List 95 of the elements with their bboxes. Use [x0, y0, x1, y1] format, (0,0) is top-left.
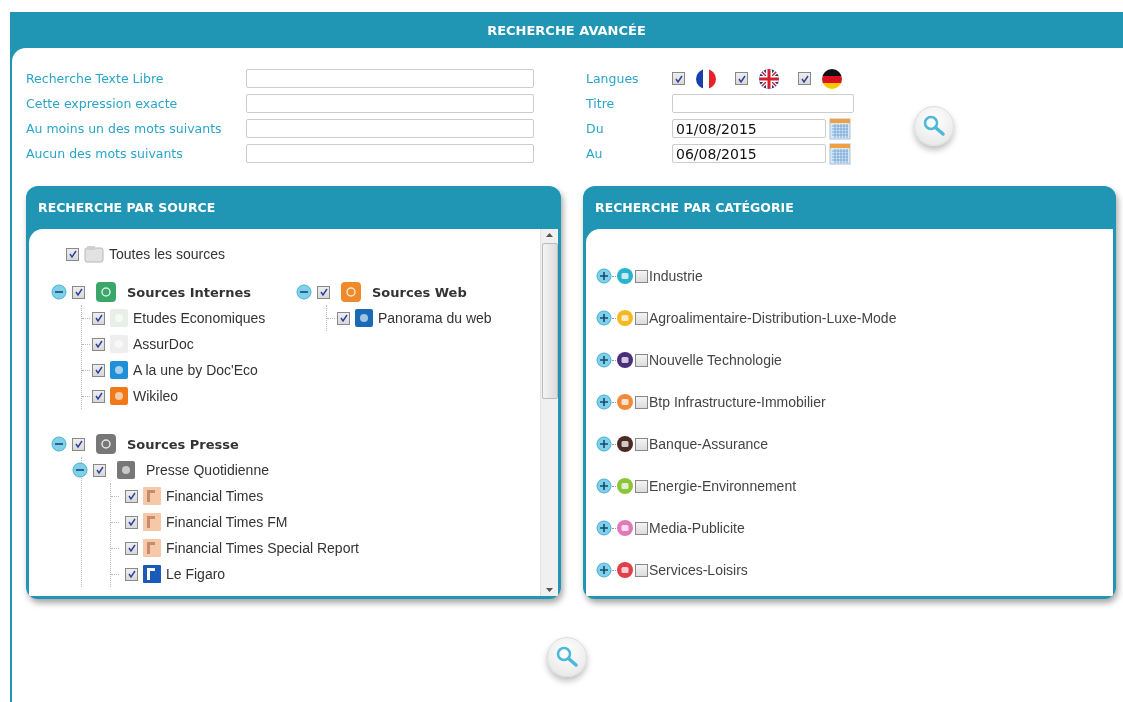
input-field[interactable]: [246, 144, 534, 163]
flag-icon: [695, 67, 717, 90]
toggle-icon[interactable]: [596, 436, 612, 452]
checkbox[interactable]: [735, 72, 748, 85]
tree-item[interactable]: A la une by Doc'Eco: [133, 362, 258, 378]
tree-item[interactable]: Le Figaro: [166, 566, 226, 582]
checkbox[interactable]: [72, 437, 85, 451]
tree-item[interactable]: Toutes les sources: [109, 246, 225, 262]
field-label: Du: [586, 121, 605, 136]
field-label: Cette expression exacte: [26, 96, 179, 111]
field-label: Langues: [586, 71, 640, 86]
checkbox[interactable]: [92, 389, 105, 403]
checkbox[interactable]: [72, 285, 85, 299]
tree-item[interactable]: Agroalimentaire-Distribution-Luxe-Mode: [649, 310, 897, 326]
checkbox[interactable]: [92, 311, 105, 325]
toggle-icon[interactable]: [51, 436, 67, 452]
toggle-icon[interactable]: [296, 284, 312, 300]
tree-item[interactable]: Sources Presse: [127, 436, 239, 452]
source-icon: [96, 434, 116, 454]
tree-item[interactable]: Sources Web: [372, 284, 467, 300]
toggle-icon[interactable]: [72, 462, 88, 478]
checkbox[interactable]: [125, 515, 138, 529]
field-label: Titre: [586, 96, 616, 111]
tree-item[interactable]: Financial Times: [166, 488, 264, 504]
checkbox[interactable]: [798, 72, 811, 85]
tree-item[interactable]: Financial Times FM: [166, 514, 288, 530]
tree-item[interactable]: Services-Loisirs: [649, 562, 748, 578]
input-field[interactable]: [246, 69, 534, 88]
toggle-icon[interactable]: [51, 284, 67, 300]
source-icon: [355, 309, 373, 327]
tree-item[interactable]: Panorama du web: [378, 310, 492, 326]
source-icon: [110, 361, 128, 379]
panel-title: RECHERCHE PAR SOURCE: [37, 199, 217, 217]
field-label: Au moins un des mots suivants: [26, 121, 223, 136]
checkbox[interactable]: [672, 72, 685, 85]
date-field[interactable]: 01/08/2015: [672, 119, 826, 138]
checkbox[interactable]: [635, 395, 648, 409]
checkbox[interactable]: [635, 521, 648, 535]
tree-item[interactable]: AssurDoc: [133, 336, 194, 352]
checkbox[interactable]: [125, 567, 138, 581]
scrollbar[interactable]: [540, 229, 558, 596]
checkbox[interactable]: [92, 363, 105, 377]
source-icon: [143, 487, 161, 505]
folder-icon: [84, 245, 104, 263]
toggle-icon[interactable]: [596, 310, 612, 326]
input-field[interactable]: [672, 94, 854, 113]
tree-item[interactable]: Sources Internes: [127, 284, 252, 300]
input-field[interactable]: [246, 94, 534, 113]
source-icon: [143, 513, 161, 531]
checkbox[interactable]: [635, 563, 648, 577]
tree-item[interactable]: Banque-Assurance: [649, 436, 769, 452]
toggle-icon[interactable]: [596, 352, 612, 368]
source-icon: [110, 387, 128, 405]
toggle-icon[interactable]: [596, 562, 612, 578]
toggle-icon[interactable]: [596, 394, 612, 410]
toggle-icon[interactable]: [596, 268, 612, 284]
checkbox[interactable]: [66, 247, 79, 261]
checkbox[interactable]: [92, 337, 105, 351]
flag-icon: [758, 67, 780, 90]
checkbox[interactable]: [317, 285, 330, 299]
field-label: Recherche Texte Libre: [26, 71, 165, 86]
tree-item[interactable]: Nouvelle Technologie: [649, 352, 782, 368]
tree-item[interactable]: Presse Quotidienne: [146, 462, 269, 478]
toggle-icon[interactable]: [596, 478, 612, 494]
flag-icon: [821, 67, 843, 90]
tree-item[interactable]: Etudes Economiques: [133, 310, 266, 326]
source-icon: [96, 282, 116, 302]
checkbox[interactable]: [337, 311, 350, 325]
tree-item[interactable]: Wikileo: [133, 388, 179, 404]
tree-item[interactable]: Energie-Environnement: [649, 478, 797, 494]
field-label: Aucun des mots suivants: [26, 146, 184, 161]
source-icon: [143, 565, 161, 583]
checkbox[interactable]: [635, 269, 648, 283]
search-icon: [554, 645, 579, 669]
field-label: Au: [586, 146, 604, 161]
source-icon: [143, 539, 161, 557]
panel-title: RECHERCHE PAR CATÉGORIE: [594, 199, 795, 217]
toggle-icon[interactable]: [596, 520, 612, 536]
source-icon: [341, 282, 361, 302]
search-icon: [922, 114, 946, 138]
window-title: RECHERCHE AVANCÉE: [486, 21, 647, 40]
tree-item[interactable]: Financial Times Special Report: [166, 540, 359, 556]
source-icon: [117, 461, 135, 479]
checkbox[interactable]: [125, 541, 138, 555]
checkbox[interactable]: [635, 437, 648, 451]
tree-item[interactable]: Btp Infrastructure-Immobilier: [649, 394, 826, 410]
input-field[interactable]: [246, 119, 534, 138]
tree-item[interactable]: Media-Publicite: [649, 520, 745, 536]
checkbox[interactable]: [93, 463, 106, 477]
tree-item[interactable]: Industrie: [649, 268, 703, 284]
checkbox[interactable]: [635, 479, 648, 493]
checkbox[interactable]: [635, 311, 648, 325]
checkbox[interactable]: [125, 489, 138, 503]
date-field[interactable]: 06/08/2015: [672, 144, 826, 163]
checkbox[interactable]: [635, 353, 648, 367]
